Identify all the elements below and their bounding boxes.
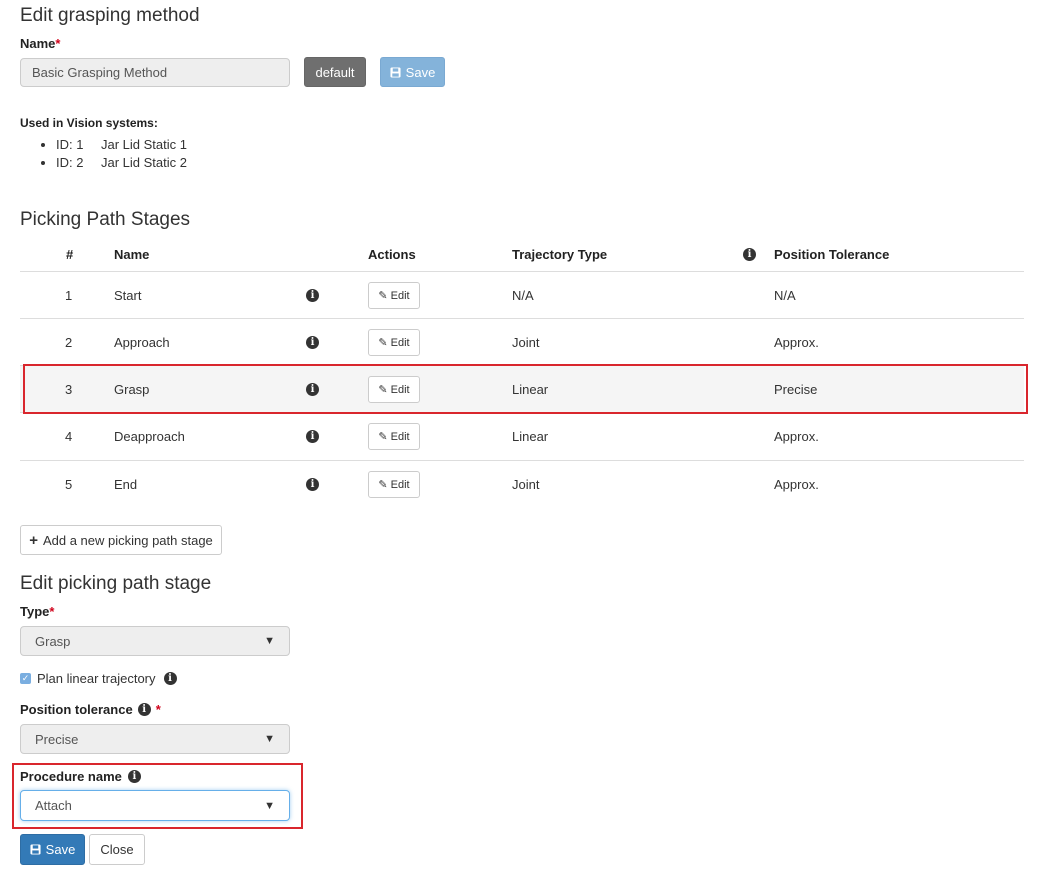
row-tolerance: N/A xyxy=(774,288,796,303)
row-num: 5 xyxy=(65,477,73,492)
pencil-icon: ✎ xyxy=(378,290,388,302)
add-stage-button[interactable]: + Add a new picking path stage xyxy=(20,525,222,555)
plan-linear-checkbox[interactable]: ✓ xyxy=(20,673,31,684)
plus-icon: + xyxy=(29,531,38,549)
edit-button-label: Edit xyxy=(390,336,410,349)
col-header-tolerance: Position Tolerance xyxy=(774,247,890,262)
vision-system-name: Jar Lid Static 1 xyxy=(101,137,187,152)
vision-systems-list: ID: 1 Jar Lid Static 1 ID: 2 Jar Lid Stati… xyxy=(20,136,187,172)
edit-stage-button[interactable]: ✎ Edit xyxy=(368,471,420,498)
row-trajectory: N/A xyxy=(512,288,534,303)
type-select-value: Grasp xyxy=(35,633,71,649)
row-name: Start xyxy=(114,288,142,303)
save-name-button-label: Save xyxy=(405,64,436,80)
info-icon[interactable]: i xyxy=(306,336,319,349)
add-stage-button-label: Add a new picking path stage xyxy=(42,532,213,548)
row-num: 2 xyxy=(65,335,73,350)
vision-system-item: ID: 1 Jar Lid Static 1 xyxy=(56,136,187,154)
pencil-icon: ✎ xyxy=(378,337,388,349)
name-label-text: Name xyxy=(20,36,56,51)
vision-systems-label: Used in Vision systems: xyxy=(20,116,158,130)
tolerance-select[interactable]: Precise ▼ xyxy=(20,724,290,754)
table-row: 4 Deapproach i ✎ Edit Linear Approx. xyxy=(20,412,1024,460)
vision-system-id: ID: 2 xyxy=(56,155,84,170)
name-input-value: Basic Grasping Method xyxy=(32,65,168,80)
table-row: 2 Approach i ✎ Edit Joint Approx. xyxy=(20,318,1024,366)
row-trajectory: Linear xyxy=(512,429,549,444)
edit-stage-title: Edit picking path stage xyxy=(20,573,212,594)
vision-system-name: Jar Lid Static 2 xyxy=(101,155,187,170)
type-select[interactable]: Grasp ▼ xyxy=(20,626,290,656)
col-header-name: Name xyxy=(114,247,150,262)
row-trajectory: Joint xyxy=(512,477,540,492)
page-title: Edit grasping method xyxy=(20,5,200,26)
selected-row-highlight xyxy=(23,364,1028,414)
tolerance-label-text: Position tolerance xyxy=(20,702,133,717)
vision-system-item: ID: 2 Jar Lid Static 2 xyxy=(56,154,187,172)
edit-button-label: Edit xyxy=(390,478,410,491)
required-mark: * xyxy=(49,604,55,619)
save-name-button[interactable]: Save xyxy=(380,57,445,87)
edit-stage-button[interactable]: ✎ Edit xyxy=(368,423,420,450)
type-label-text: Type xyxy=(20,604,50,619)
chevron-down-icon: ▼ xyxy=(264,799,275,812)
default-button-label: default xyxy=(315,64,355,80)
chevron-down-icon: ▼ xyxy=(264,733,275,745)
procedure-label: Procedure name i xyxy=(20,769,141,784)
floppy-disk-icon xyxy=(390,66,401,78)
row-name: End xyxy=(114,477,138,492)
row-tolerance: Approx. xyxy=(774,335,819,350)
info-icon[interactable]: i xyxy=(306,430,319,443)
close-button[interactable]: Close xyxy=(89,834,145,865)
info-icon[interactable]: i xyxy=(743,248,756,261)
close-button-label: Close xyxy=(100,842,134,857)
plan-linear-label: Plan linear trajectory xyxy=(37,671,156,686)
row-tolerance: Approx. xyxy=(774,477,819,492)
name-label: Name* xyxy=(20,36,60,51)
pencil-icon: ✎ xyxy=(378,431,388,443)
edit-stage-button[interactable]: ✎ Edit xyxy=(368,282,420,309)
floppy-disk-icon xyxy=(30,844,41,855)
table-row: 5 End i ✎ Edit Joint Approx. xyxy=(20,460,1024,508)
type-label: Type* xyxy=(20,604,54,619)
row-trajectory: Joint xyxy=(512,335,540,350)
col-header-num: # xyxy=(66,247,74,262)
info-icon[interactable]: i xyxy=(137,703,151,716)
edit-button-label: Edit xyxy=(390,289,410,302)
chevron-down-icon: ▼ xyxy=(264,635,275,647)
pencil-icon: ✎ xyxy=(378,479,388,491)
row-tolerance: Approx. xyxy=(774,429,819,444)
tolerance-select-value: Precise xyxy=(35,731,79,747)
procedure-label-text: Procedure name xyxy=(20,769,122,784)
edit-button-label: Edit xyxy=(390,430,410,443)
row-num: 1 xyxy=(65,288,73,303)
name-input[interactable]: Basic Grasping Method xyxy=(20,58,290,87)
row-name: Approach xyxy=(114,335,170,350)
info-icon[interactable]: i xyxy=(163,672,177,685)
col-header-actions: Actions xyxy=(368,247,416,262)
procedure-select[interactable]: Attach ▼ xyxy=(20,790,290,821)
table-row: 1 Start i ✎ Edit N/A N/A xyxy=(20,271,1024,319)
default-button[interactable]: default xyxy=(304,57,366,87)
vision-system-id: ID: 1 xyxy=(56,137,84,152)
info-icon[interactable]: i xyxy=(306,289,319,302)
procedure-select-value: Attach xyxy=(35,798,72,813)
row-num: 4 xyxy=(65,429,73,444)
tolerance-label: Position tolerance i * xyxy=(20,702,161,717)
info-icon[interactable]: i xyxy=(127,770,141,783)
save-stage-button[interactable]: Save xyxy=(20,834,85,865)
stages-section-title: Picking Path Stages xyxy=(20,209,191,230)
required-mark: * xyxy=(155,702,161,717)
info-icon[interactable]: i xyxy=(306,478,319,491)
save-stage-button-label: Save xyxy=(45,842,76,857)
col-header-trajectory: Trajectory Type xyxy=(512,247,608,262)
edit-stage-button[interactable]: ✎ Edit xyxy=(368,329,420,356)
plan-linear-row: ✓ Plan linear trajectory i xyxy=(20,671,177,686)
row-name: Deapproach xyxy=(114,429,185,444)
required-mark: * xyxy=(55,36,61,51)
